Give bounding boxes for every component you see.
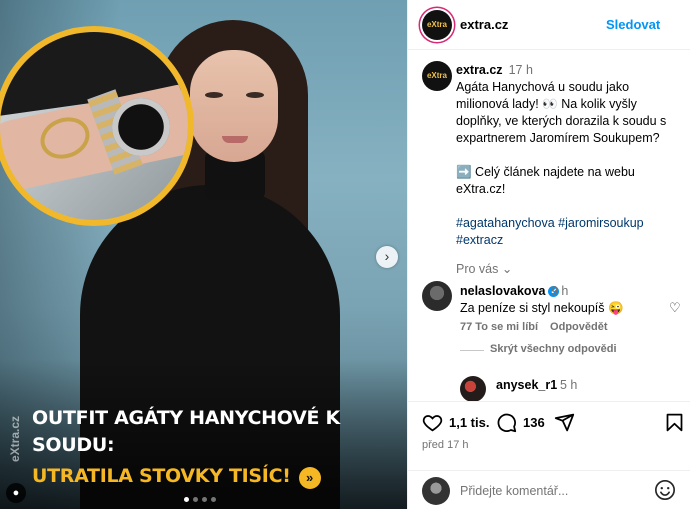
comment-like-heart-icon[interactable]: ♡ — [669, 300, 681, 316]
inset-watch — [112, 98, 170, 156]
action-bar: 1,1 tis. 136 před 17 h — [408, 401, 690, 461]
reply-avatar[interactable] — [460, 376, 486, 401]
caption-link-text: ➡️ Celý článek najdete na webu eXtra.cz! — [456, 165, 635, 196]
photo-eye-left — [205, 92, 223, 98]
reply-button[interactable]: Odpovědět — [550, 321, 607, 333]
chevron-right-icon: » — [298, 466, 321, 489]
reply-username[interactable]: anysek_r1 — [496, 378, 557, 392]
photo-eye-right — [246, 92, 264, 98]
current-user-avatar — [422, 477, 450, 505]
comments-list[interactable]: eXtra extra.cz 17 h Agáta Hanychová u sou… — [408, 51, 690, 401]
caption-avatar[interactable]: eXtra — [422, 61, 452, 91]
share-button[interactable] — [554, 412, 581, 433]
comment-avatar[interactable] — [422, 281, 452, 311]
comment-likes[interactable]: 77 To se mi líbí — [460, 321, 538, 333]
comment-input[interactable] — [460, 484, 640, 498]
post-header: eXtra extra.cz Sledovat — [408, 0, 690, 50]
comment-username[interactable]: nelaslovakova ✓ — [460, 284, 560, 298]
reply-time: 5 h — [560, 378, 578, 392]
headline-line1: OUTFIT AGÁTY HANYCHOVÉ K SOUDU: — [32, 407, 340, 456]
like-button[interactable]: 1,1 tis. — [422, 412, 489, 433]
slide-dot — [193, 497, 198, 502]
post-headline: OUTFIT AGÁTY HANYCHOVÉ K SOUDU: UTRATILA… — [32, 405, 392, 493]
post-date[interactable]: před 17 h — [422, 439, 468, 451]
photo-mouth — [222, 136, 248, 143]
see-translation-button[interactable]: Pro vás ⌄ — [456, 261, 684, 278]
caption-time: 17 h — [508, 63, 533, 77]
watermark-logo: eXtra.cz — [8, 415, 22, 462]
like-count[interactable]: 1,1 tis. — [449, 415, 489, 430]
photo-face — [190, 50, 278, 162]
save-button[interactable] — [664, 412, 690, 433]
next-slide-button[interactable]: › — [376, 246, 398, 268]
comment-icon — [497, 413, 517, 433]
slide-dot — [202, 497, 207, 502]
share-icon — [554, 413, 575, 432]
emoji-icon[interactable] — [654, 479, 676, 501]
comment-time: 9 h — [551, 284, 569, 298]
headline-line2: UTRATILA STOVKY TISÍC! — [32, 465, 291, 487]
slide-indicator — [184, 497, 216, 502]
caption: extra.cz 17 h Agáta Hanychová u soudu jak… — [456, 62, 684, 278]
comment-text: Za peníze si styl nekoupíš 😜 — [460, 301, 624, 315]
user-tag-icon[interactable]: ● — [6, 483, 26, 503]
caption-hashtags[interactable]: #agatahanychova #jaromirsoukup #extracz — [456, 215, 684, 249]
comment-composer — [408, 470, 690, 509]
follow-button[interactable]: Sledovat — [606, 17, 660, 32]
post-side-panel: eXtra extra.cz Sledovat eXtra extra.cz 17… — [407, 0, 690, 509]
header-avatar[interactable]: eXtra — [422, 10, 452, 40]
comment-meta: 77 To se mi líbí Odpovědět — [460, 321, 608, 333]
zoom-inset-watch — [0, 26, 194, 226]
comment-button[interactable]: 136 — [496, 412, 545, 433]
caption-username[interactable]: extra.cz — [456, 63, 503, 77]
post-image[interactable]: OUTFIT AGÁTY HANYCHOVÉ K SOUDU: UTRATILA… — [0, 0, 407, 509]
divider — [460, 350, 484, 351]
comment-count: 136 — [523, 415, 545, 430]
slide-dot — [184, 497, 189, 502]
header-username[interactable]: extra.cz — [460, 17, 508, 32]
bookmark-icon — [666, 413, 683, 432]
heart-icon — [422, 415, 443, 432]
slide-dot — [211, 497, 216, 502]
hide-replies-button[interactable]: Skrýt všechny odpovědi — [490, 343, 617, 355]
caption-text: Agáta Hanychová u soudu jako milionová l… — [456, 80, 667, 145]
